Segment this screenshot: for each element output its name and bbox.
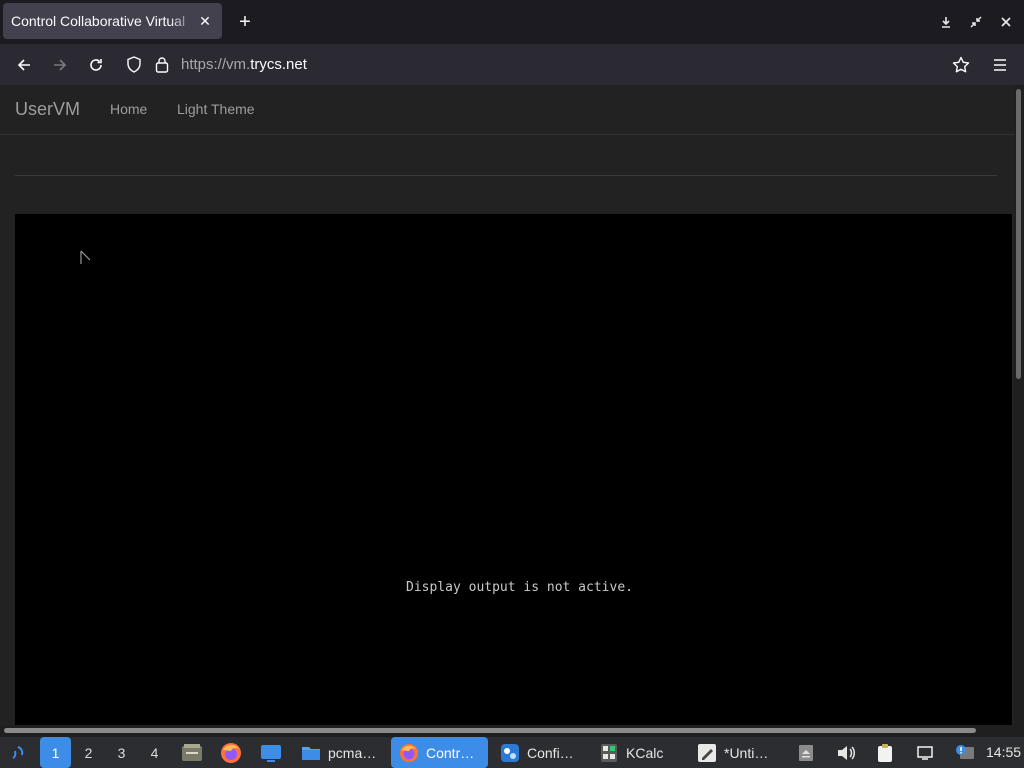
notification-icon[interactable] [954,737,976,768]
site-brand[interactable]: UserVM [15,99,80,120]
task-label: *Unti… [724,744,769,761]
vertical-scrollbar-thumb[interactable] [1016,89,1021,379]
nav-link-light-theme[interactable]: Light Theme [177,101,255,117]
vm-display[interactable]: Display output is not active. [15,214,1012,725]
text-editor-icon [697,743,717,763]
vertical-scrollbar[interactable] [1014,85,1024,725]
taskbar: 1 2 3 4 pcma… Contr… Confi… KCalc *Unti…… [0,737,1024,768]
lock-icon[interactable] [155,56,169,78]
tab-title: Control Collaborative Virtual [11,13,186,29]
volume-icon[interactable] [836,737,856,768]
nav-link-home[interactable]: Home [110,101,147,117]
forward-button[interactable] [48,53,72,77]
horizontal-scrollbar-thumb[interactable] [4,728,976,733]
url-bar[interactable]: https://vm.trycs.net [120,48,940,81]
task-label: Confi… [527,744,574,761]
reload-button[interactable] [84,53,108,77]
bookmark-star-icon[interactable] [949,53,973,77]
clipboard-icon[interactable] [876,737,894,768]
file-manager-launcher-icon[interactable] [181,737,203,768]
site-navbar: UserVM Home Light Theme [0,85,1014,135]
workspace-1[interactable]: 1 [40,737,71,768]
app-menu-icon[interactable] [9,737,27,768]
back-button[interactable] [12,53,36,77]
tracking-protection-shield-icon[interactable] [126,56,142,78]
workspace-4[interactable]: 4 [139,737,170,768]
firefox-icon [399,743,419,763]
settings-app-icon [500,743,520,763]
browser-tab[interactable]: Control Collaborative Virtual ✕ [3,3,222,39]
calculator-icon [599,743,619,763]
task-settings[interactable]: Confi… [492,737,589,768]
vm-status-message: Display output is not active. [406,580,633,595]
browser-titlebar: Control Collaborative Virtual ✕ + [0,0,1024,44]
folder-icon [301,743,321,763]
eject-icon[interactable] [798,737,814,768]
url-text[interactable]: https://vm.trycs.net [181,56,307,73]
firefox-launcher-icon[interactable] [220,737,242,768]
hamburger-menu-icon[interactable] [988,53,1012,77]
workspace-2[interactable]: 2 [73,737,104,768]
clock[interactable]: 14:55 [986,744,1021,760]
mouse-cursor-icon [80,250,92,271]
web-page: UserVM Home Light Theme Display output i… [0,85,1014,725]
display-icon[interactable] [916,737,934,768]
tab-close-icon[interactable]: ✕ [196,12,214,30]
browser-navbar: https://vm.trycs.net [0,44,1024,85]
task-label: Contr… [426,744,475,761]
close-window-icon[interactable] [996,12,1016,32]
desktop-launcher-icon[interactable] [260,737,282,768]
divider [15,175,997,176]
restore-window-icon[interactable] [966,12,986,32]
download-icon[interactable] [936,12,956,32]
horizontal-scrollbar[interactable] [0,725,1024,737]
task-kcalc[interactable]: KCalc [591,737,685,768]
workspace-3[interactable]: 3 [106,737,137,768]
task-firefox[interactable]: Contr… [391,737,488,768]
task-pcmanfm[interactable]: pcma… [293,737,387,768]
task-label: pcma… [328,744,377,761]
task-text-editor[interactable]: *Unti… [689,737,787,768]
new-tab-button[interactable]: + [234,11,256,33]
task-label: KCalc [626,744,664,761]
